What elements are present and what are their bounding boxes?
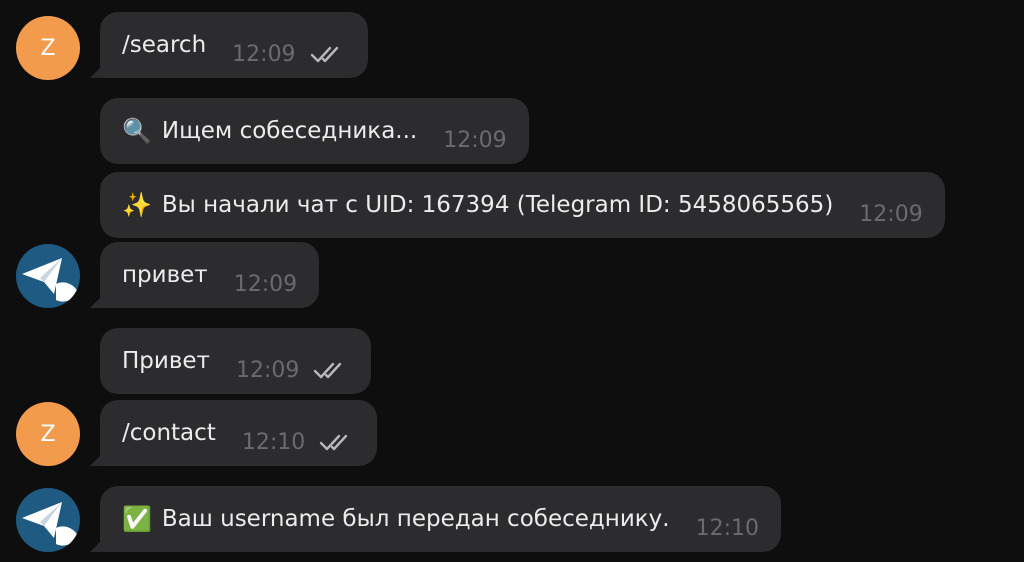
check-mark-emoji-icon: ✅: [122, 505, 152, 533]
message-time: 12:10: [695, 515, 760, 541]
message-time: 12:09: [233, 271, 298, 297]
user-avatar-letter: Z: [40, 35, 56, 61]
user-avatar-letter: Z: [40, 421, 56, 447]
message-bubble-outgoing[interactable]: Привет 12:09: [100, 328, 372, 394]
message-time: 12:09: [443, 127, 507, 153]
message-text: Вы начали чат с UID: 167394 (Telegram ID…: [161, 192, 834, 218]
message-time: 12:09: [232, 41, 296, 67]
message-text: Ищем собеседника...: [161, 118, 418, 144]
paper-plane-icon: [22, 502, 78, 546]
magnifier-emoji-icon: 🔍: [122, 117, 152, 145]
message-bubble-incoming[interactable]: ✅ Ваш username был передан собеседнику. …: [100, 486, 782, 552]
user-avatar[interactable]: Z: [16, 16, 80, 80]
message-text: привет: [122, 262, 208, 288]
message-time: 12:09: [859, 201, 923, 227]
message-bubble-incoming[interactable]: 🔍 Ищем собеседника... 12:09: [100, 98, 529, 164]
user-avatar[interactable]: Z: [16, 402, 80, 466]
message-text: Ваш username был передан собеседнику.: [161, 506, 670, 532]
message-time: 12:09: [235, 357, 300, 383]
message-time: 12:10: [241, 429, 306, 455]
message-bubble-outgoing[interactable]: /search 12:09: [100, 12, 368, 78]
message-text: /contact: [122, 420, 216, 446]
paper-plane-icon: [22, 258, 78, 302]
message-bubble-incoming[interactable]: ✨ Вы начали чат с UID: 167394 (Telegram …: [100, 172, 945, 238]
double-check-icon: [320, 434, 348, 451]
message-bubble-outgoing[interactable]: /contact 12:10: [100, 400, 378, 466]
message-text: Привет: [122, 348, 210, 374]
sparkles-emoji-icon: ✨: [122, 191, 152, 219]
bot-avatar[interactable]: [16, 244, 80, 308]
message-bubble-incoming[interactable]: привет 12:09: [100, 242, 320, 308]
message-text: /search: [122, 32, 207, 58]
double-check-icon: [310, 46, 338, 63]
double-check-icon: [314, 362, 342, 379]
bot-avatar[interactable]: [16, 488, 80, 552]
